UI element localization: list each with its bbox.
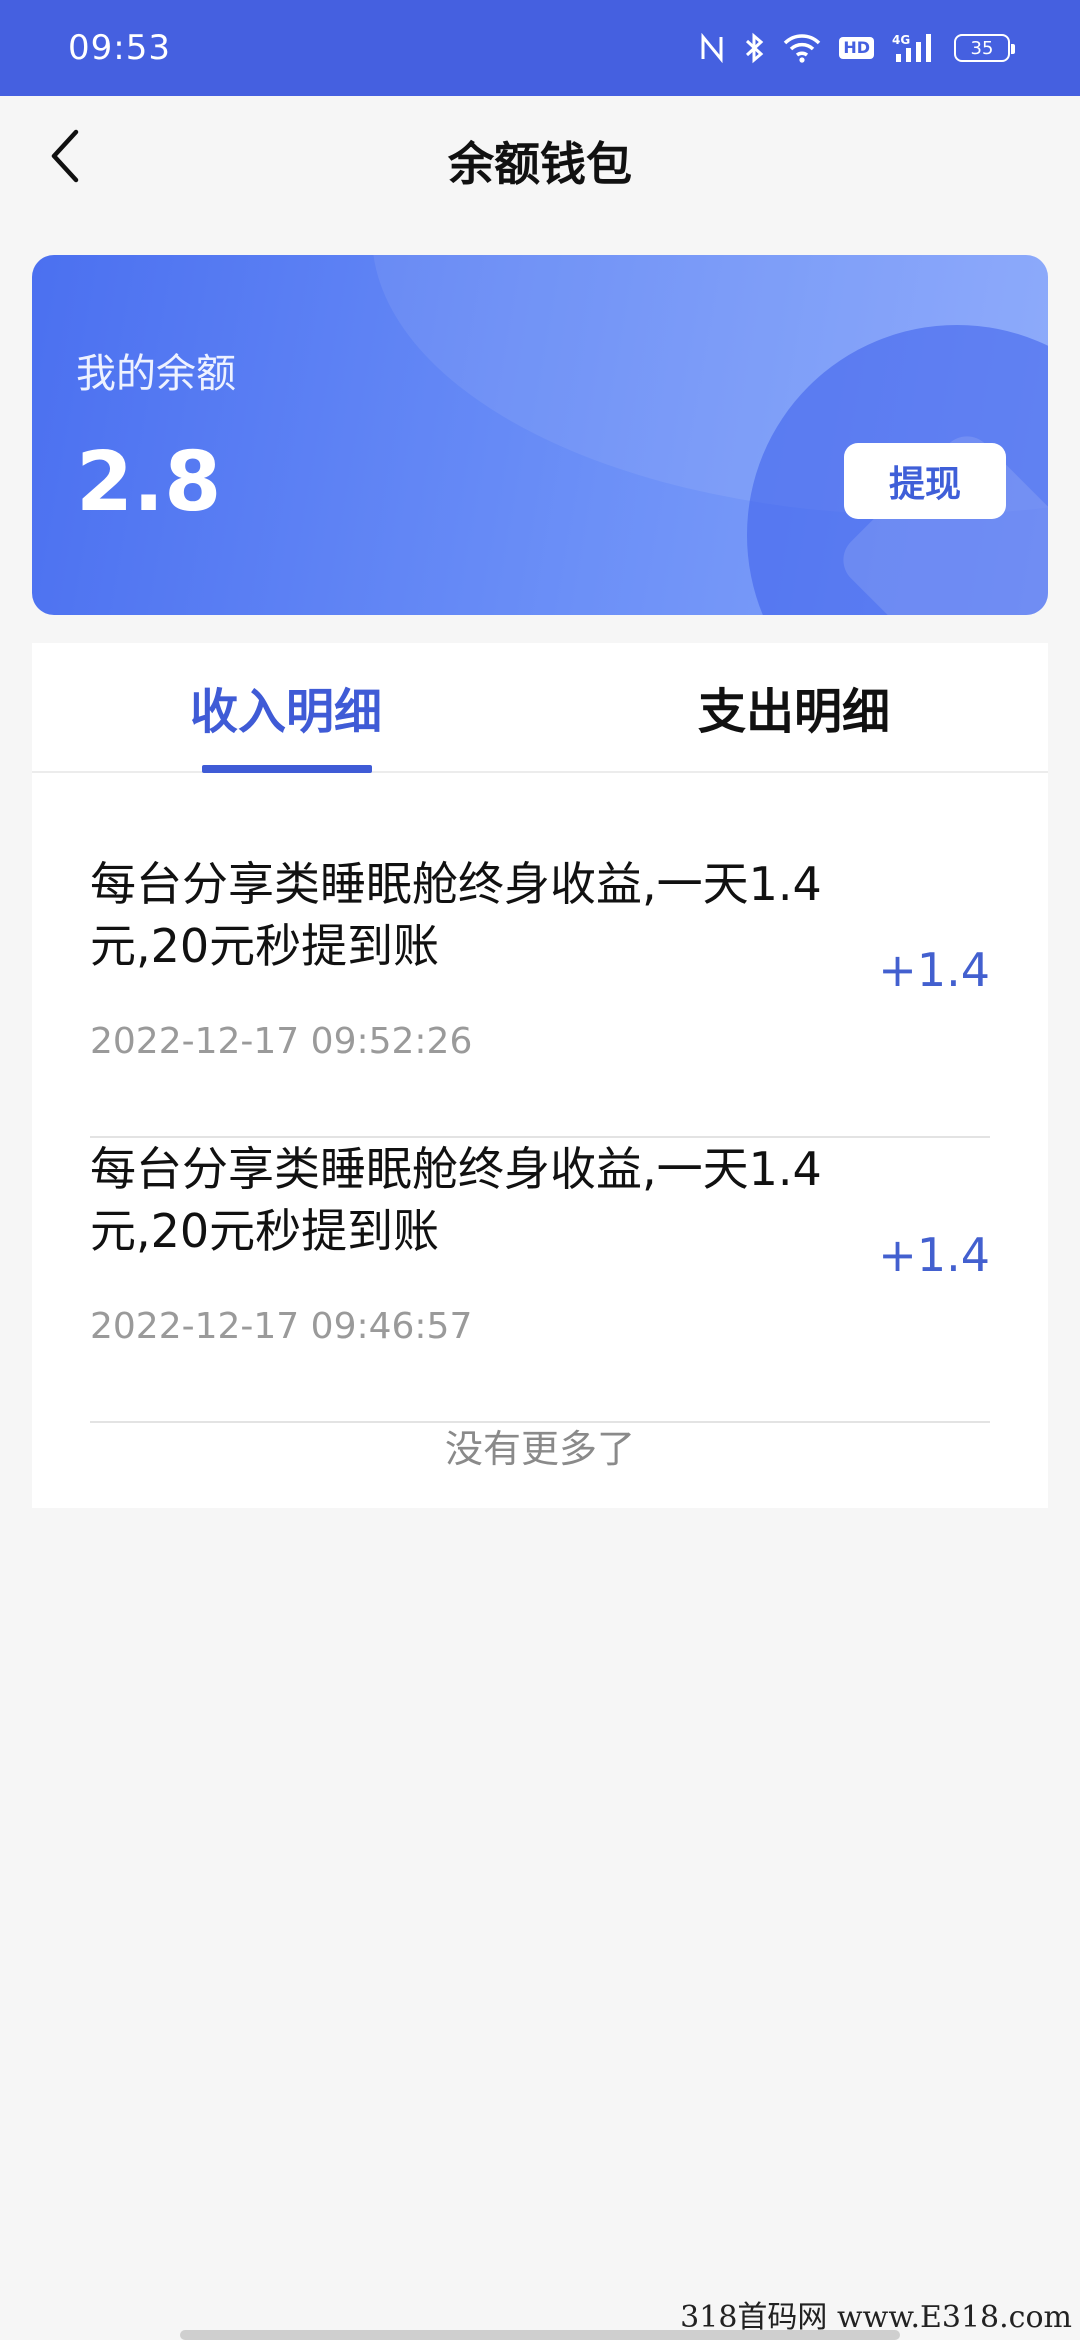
back-button[interactable]	[30, 116, 100, 196]
bluetooth-icon	[743, 32, 765, 64]
record-description: 每台分享类睡眠舱终身收益,一天1.4元,20元秒提到账	[90, 1142, 822, 1258]
wifi-icon	[783, 33, 821, 63]
detail-panel: 收入明细 支出明细 每台分享类睡眠舱终身收益,一天1.4元,20元秒提到账 20…	[32, 643, 1048, 1508]
nfc-icon	[699, 33, 725, 63]
record-description: 每台分享类睡眠舱终身收益,一天1.4元,20元秒提到账	[90, 857, 822, 973]
status-icons: HD 4G 35	[699, 32, 1015, 64]
tab-income-label: 收入明细	[189, 684, 382, 740]
hd-icon: HD	[839, 37, 874, 59]
status-time: 09:53	[68, 28, 171, 68]
tab-income[interactable]: 收入明细	[32, 643, 540, 773]
record-time: 2022-12-17 09:46:57	[90, 1306, 473, 1347]
signal-4g-icon: 4G	[892, 32, 936, 64]
balance-label: 我的余额	[76, 351, 236, 397]
tab-expense-label: 支出明细	[697, 684, 890, 740]
no-more-text: 没有更多了	[444, 1427, 635, 1471]
list-item: 每台分享类睡眠舱终身收益,一天1.4元,20元秒提到账 2022-12-17 0…	[90, 1138, 990, 1423]
page-title: 余额钱包	[448, 137, 632, 191]
detail-tabs: 收入明细 支出明细	[32, 643, 1048, 773]
app-header: 余额钱包	[0, 96, 1080, 226]
list-item: 每台分享类睡眠舱终身收益,一天1.4元,20元秒提到账 2022-12-17 0…	[90, 853, 990, 1138]
balance-value: 2.8	[76, 435, 222, 530]
watermark: 318首码网 www.E318.com	[680, 2300, 1072, 2335]
record-amount: +1.4	[878, 943, 990, 997]
battery-icon: 35	[954, 34, 1015, 62]
balance-card: 我的余额 2.8 提现	[32, 255, 1048, 615]
tab-expense[interactable]: 支出明细	[540, 643, 1048, 771]
network-label: 4G	[892, 33, 910, 47]
withdraw-button[interactable]: 提现	[844, 443, 1006, 519]
chevron-left-icon	[51, 129, 79, 183]
status-bar: 09:53 HD 4G 35	[0, 0, 1080, 96]
record-amount: +1.4	[878, 1228, 990, 1282]
record-time: 2022-12-17 09:52:26	[90, 1021, 473, 1062]
tab-active-indicator	[202, 765, 372, 773]
